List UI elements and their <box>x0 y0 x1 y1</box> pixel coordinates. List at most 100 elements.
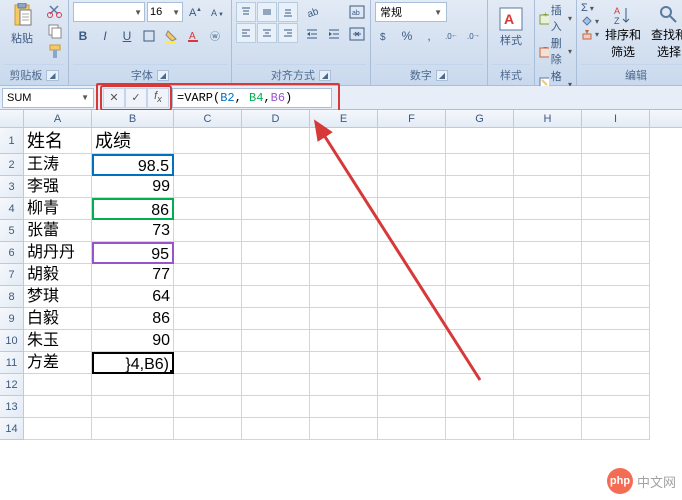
column-header[interactable]: A <box>24 110 92 127</box>
cell[interactable] <box>446 396 514 418</box>
cell[interactable] <box>378 154 446 176</box>
cell[interactable]: 99 <box>92 176 174 198</box>
column-header[interactable]: C <box>174 110 242 127</box>
cell[interactable] <box>378 308 446 330</box>
row-header[interactable]: 5 <box>0 220 24 242</box>
cell[interactable] <box>310 396 378 418</box>
column-header[interactable]: H <box>514 110 582 127</box>
decrease-indent-icon[interactable] <box>302 24 322 44</box>
cell[interactable] <box>24 418 92 440</box>
formula-input[interactable]: =VARP(B2, B4,B6) <box>172 88 332 108</box>
cell[interactable] <box>582 308 650 330</box>
cell[interactable]: 64 <box>92 286 174 308</box>
expand-icon[interactable]: ◢ <box>46 70 58 81</box>
align-top-icon[interactable] <box>236 2 256 22</box>
cell[interactable] <box>242 220 310 242</box>
cell[interactable] <box>378 198 446 220</box>
cell[interactable]: 李强 <box>24 176 92 198</box>
cell[interactable] <box>582 396 650 418</box>
cell[interactable] <box>582 220 650 242</box>
cell[interactable] <box>582 286 650 308</box>
enter-formula-button[interactable]: ✓ <box>125 88 147 108</box>
cell[interactable] <box>446 198 514 220</box>
cell[interactable] <box>582 242 650 264</box>
row-header[interactable]: 6 <box>0 242 24 264</box>
cell[interactable] <box>174 330 242 352</box>
cell[interactable]: 方差 <box>24 352 92 374</box>
cell[interactable]: 张蕾 <box>24 220 92 242</box>
currency-icon[interactable]: $ <box>375 26 395 46</box>
number-format-select[interactable]: 常规▼ <box>375 2 447 22</box>
shrink-font-icon[interactable]: A▼ <box>207 2 227 22</box>
row-header[interactable]: 8 <box>0 286 24 308</box>
cell[interactable] <box>514 264 582 286</box>
cell[interactable] <box>514 352 582 374</box>
cell[interactable] <box>310 128 378 154</box>
bold-button[interactable]: B <box>73 26 93 46</box>
cell[interactable] <box>242 128 310 154</box>
row-header[interactable]: 9 <box>0 308 24 330</box>
cell[interactable] <box>242 396 310 418</box>
name-box[interactable]: SUM▼ <box>2 88 94 108</box>
format-painter-icon[interactable] <box>46 42 64 60</box>
cell[interactable] <box>378 418 446 440</box>
cell[interactable] <box>174 242 242 264</box>
cell[interactable] <box>174 352 242 374</box>
merge-cells-icon[interactable] <box>348 24 366 44</box>
align-right-icon[interactable] <box>278 23 298 43</box>
cell[interactable] <box>242 418 310 440</box>
delete-cells-button[interactable]: −删除▾ <box>539 35 572 67</box>
cell[interactable] <box>446 128 514 154</box>
phonetic-guide-icon[interactable]: ⓦ <box>205 26 225 46</box>
border-button[interactable] <box>139 26 159 46</box>
cell[interactable] <box>310 154 378 176</box>
cell[interactable] <box>310 308 378 330</box>
cell[interactable] <box>174 198 242 220</box>
cell[interactable] <box>310 374 378 396</box>
cell[interactable] <box>242 308 310 330</box>
cell[interactable]: 胡丹丹 <box>24 242 92 264</box>
insert-function-button[interactable]: fx <box>147 88 169 108</box>
cell[interactable]: 98.5 <box>92 154 174 176</box>
row-header[interactable]: 1 <box>0 128 24 154</box>
cell[interactable] <box>378 330 446 352</box>
cell[interactable] <box>582 128 650 154</box>
row-header[interactable]: 11 <box>0 352 24 374</box>
cell[interactable] <box>446 176 514 198</box>
cell[interactable] <box>446 220 514 242</box>
column-header[interactable]: B <box>92 110 174 127</box>
column-header[interactable]: D <box>242 110 310 127</box>
cell[interactable]: 86 <box>92 308 174 330</box>
cell[interactable] <box>378 352 446 374</box>
cell[interactable] <box>378 374 446 396</box>
cell[interactable] <box>582 198 650 220</box>
copy-icon[interactable] <box>46 22 64 40</box>
find-select-button[interactable]: 查找和 选择 <box>647 2 682 64</box>
cell[interactable]: 90 <box>92 330 174 352</box>
cell[interactable]: 梦琪 <box>24 286 92 308</box>
clear-icon[interactable]: ▾ <box>581 28 599 40</box>
cell[interactable] <box>514 198 582 220</box>
cell[interactable] <box>92 418 174 440</box>
row-header[interactable]: 7 <box>0 264 24 286</box>
row-header[interactable]: 13 <box>0 396 24 418</box>
italic-button[interactable]: I <box>95 26 115 46</box>
cell[interactable] <box>174 286 242 308</box>
cell[interactable] <box>446 374 514 396</box>
cell[interactable] <box>174 220 242 242</box>
cell[interactable] <box>514 308 582 330</box>
cell[interactable] <box>446 418 514 440</box>
row-header[interactable]: 10 <box>0 330 24 352</box>
spreadsheet-grid[interactable]: ABCDEFGHI 1姓名成绩2王涛98.53李强994柳青865张蕾736胡丹… <box>0 110 682 440</box>
fill-icon[interactable]: ▾ <box>581 15 599 27</box>
align-left-icon[interactable] <box>236 23 256 43</box>
cell[interactable] <box>378 128 446 154</box>
cell[interactable] <box>242 374 310 396</box>
cell[interactable]: 姓名 <box>24 128 92 154</box>
cell[interactable] <box>446 286 514 308</box>
cell[interactable] <box>174 128 242 154</box>
cell[interactable] <box>514 330 582 352</box>
row-header[interactable]: 4 <box>0 198 24 220</box>
cell[interactable]: 胡毅 <box>24 264 92 286</box>
cell[interactable] <box>514 374 582 396</box>
